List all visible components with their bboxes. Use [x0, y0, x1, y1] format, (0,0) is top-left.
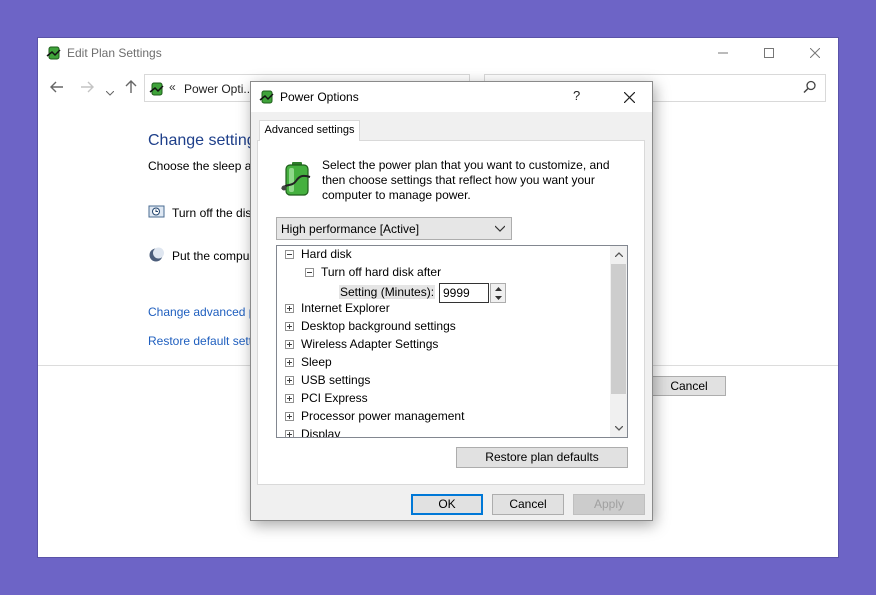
description-line: then choose settings that reflect how yo…: [322, 173, 595, 187]
chevron-down-icon: [494, 222, 506, 237]
breadcrumb[interactable]: Power Opti...: [184, 82, 253, 96]
tree-item-label: PCI Express: [301, 391, 368, 405]
forward-arrow-icon[interactable]: [80, 80, 94, 98]
advanced-settings-panel: Select the power plan that you want to c…: [257, 140, 645, 485]
expand-icon[interactable]: [285, 322, 294, 331]
scroll-up-icon[interactable]: [610, 246, 627, 263]
power-options-icon: [149, 81, 165, 100]
setting-minutes-label: Setting (Minutes):: [339, 285, 436, 299]
close-button[interactable]: [792, 38, 838, 68]
tree-item-label: Turn off hard disk after: [321, 265, 442, 279]
battery-icon: [280, 161, 314, 200]
window-title: Edit Plan Settings: [67, 46, 162, 60]
tree-item-label: Display: [301, 427, 341, 438]
expand-icon[interactable]: [285, 358, 294, 367]
page-title: Change setting: [148, 132, 256, 149]
expand-icon[interactable]: [285, 376, 294, 385]
title-bar: Edit Plan Settings: [38, 38, 838, 68]
tree-item-label: Hard disk: [301, 247, 352, 261]
tree-item-label: Desktop background settings: [301, 319, 456, 333]
scroll-down-icon[interactable]: [610, 420, 627, 437]
tree-item-label: Sleep: [301, 355, 332, 369]
minimize-button[interactable]: [700, 38, 746, 68]
expand-icon[interactable]: [285, 304, 294, 313]
maximize-button[interactable]: [746, 38, 792, 68]
tree-item-label: Internet Explorer: [301, 301, 390, 315]
power-plan-select[interactable]: High performance [Active]: [276, 217, 512, 240]
settings-tree: Hard disk Turn off hard disk after Setti…: [276, 245, 628, 438]
minutes-stepper[interactable]: 9999: [439, 283, 506, 303]
power-options-dialog: Power Options ? Advanced settings Select…: [250, 81, 653, 521]
display-off-label: Turn off the dis: [172, 206, 252, 220]
expand-icon[interactable]: [285, 430, 294, 437]
description-line: Select the power plan that you want to c…: [322, 158, 610, 172]
page-subtitle: Choose the sleep ar: [148, 159, 256, 173]
collapse-icon[interactable]: [285, 250, 294, 259]
restore-plan-defaults-button[interactable]: Restore plan defaults: [456, 447, 628, 468]
up-arrow-icon[interactable]: [124, 80, 138, 98]
power-options-icon: [259, 89, 275, 108]
sleep-label: Put the compu: [172, 249, 250, 263]
description-line: computer to manage power.: [322, 188, 471, 202]
cancel-button[interactable]: Cancel: [652, 376, 726, 396]
tab-advanced-settings[interactable]: Advanced settings: [259, 120, 360, 141]
expand-icon[interactable]: [285, 394, 294, 403]
collapse-icon[interactable]: [305, 268, 314, 277]
restore-default-settings-link[interactable]: Restore default setti: [148, 334, 255, 348]
change-advanced-settings-link[interactable]: Change advanced p: [148, 305, 255, 319]
chevron-up-icon[interactable]: [491, 284, 505, 293]
ok-button[interactable]: OK: [411, 494, 483, 515]
power-plan-selected: High performance [Active]: [281, 222, 420, 236]
vertical-scrollbar[interactable]: [610, 246, 627, 437]
dialog-cancel-button[interactable]: Cancel: [492, 494, 564, 515]
search-icon[interactable]: [803, 80, 817, 97]
back-arrow-icon[interactable]: [50, 80, 64, 98]
chevron-down-icon[interactable]: [491, 293, 505, 302]
breadcrumb-overflow-chevron[interactable]: «: [169, 80, 176, 94]
expand-icon[interactable]: [285, 340, 294, 349]
tree-item-label: USB settings: [301, 373, 371, 387]
minutes-input[interactable]: 9999: [439, 283, 489, 303]
close-icon: [623, 91, 635, 103]
stepper-buttons[interactable]: [490, 283, 506, 303]
recent-locations-chevron-icon[interactable]: [105, 84, 115, 101]
clock-monitor-icon: [148, 204, 166, 223]
moon-icon: [148, 247, 166, 266]
expand-icon[interactable]: [285, 412, 294, 421]
dialog-title-bar: Power Options ?: [251, 82, 652, 112]
dialog-close-button[interactable]: [614, 85, 644, 109]
power-options-icon: [46, 45, 62, 64]
plan-description: Select the power plan that you want to c…: [322, 158, 622, 203]
dialog-title: Power Options: [280, 90, 359, 104]
apply-button[interactable]: Apply: [573, 494, 645, 515]
tree-item-label: Processor power management: [301, 409, 465, 423]
help-button[interactable]: ?: [573, 88, 580, 103]
scrollbar-thumb[interactable]: [611, 264, 626, 394]
tree-item-label: Wireless Adapter Settings: [301, 337, 439, 351]
